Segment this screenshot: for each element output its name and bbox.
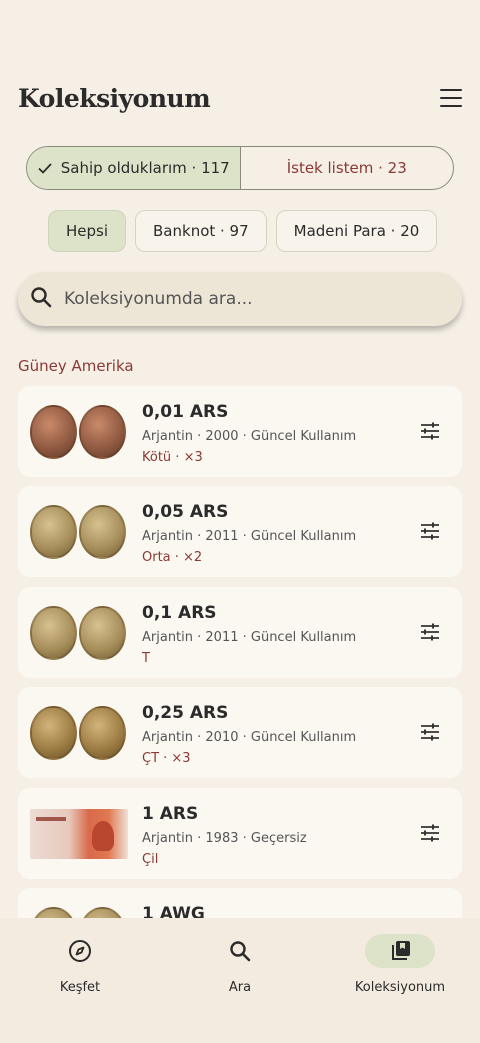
search-input[interactable] bbox=[64, 289, 424, 309]
item-condition: Kötü · ×3 bbox=[142, 450, 203, 465]
item-thumbnail bbox=[30, 604, 128, 662]
nav-explore-label: Keşfet bbox=[59, 980, 101, 995]
menu-icon[interactable] bbox=[440, 89, 462, 107]
item-name: 0,01 ARS bbox=[142, 402, 229, 422]
item-meta: Arjantin · 2010 · Güncel Kullanım bbox=[142, 730, 357, 746]
nav-search-label: Ara bbox=[228, 980, 252, 995]
item-meta: Arjantin · 2000 · Güncel Kullanım bbox=[142, 429, 357, 444]
item-thumbnail bbox=[30, 503, 128, 561]
search-icon bbox=[30, 286, 64, 312]
list-item[interactable]: 1 AWG bbox=[18, 887, 462, 918]
list-item[interactable]: 0,01 ARS Arjantin · 2000 · Güncel Kullan… bbox=[18, 386, 462, 477]
bottom-nav: Keşfet Ara Koleksiyonum bbox=[0, 918, 480, 1043]
item-thumbnail bbox=[30, 704, 128, 762]
check-icon bbox=[37, 160, 53, 176]
nav-search[interactable]: Ara bbox=[160, 918, 320, 1043]
item-name: 1 AWG bbox=[142, 903, 205, 918]
compass-icon bbox=[45, 934, 115, 968]
list-item[interactable]: 1 ARS Arjantin · 1983 · Geçersiz Çil bbox=[18, 787, 462, 879]
item-meta: Arjantin · 1983 · Geçersiz bbox=[142, 830, 307, 846]
item-name: 1 ARS bbox=[142, 803, 199, 824]
tab-wishlist[interactable]: İstek listem · 23 bbox=[241, 147, 454, 189]
tune-icon[interactable] bbox=[420, 623, 440, 645]
filter-all[interactable]: Hepsi bbox=[48, 210, 127, 252]
collection-list: 0,01 ARS Arjantin · 2000 · Güncel Kullan… bbox=[18, 386, 462, 918]
tune-icon[interactable] bbox=[420, 522, 440, 544]
section-title: Güney Amerika bbox=[18, 357, 134, 375]
item-name: 0,05 ARS bbox=[142, 502, 229, 523]
item-thumbnail bbox=[30, 905, 128, 918]
filter-banknote[interactable]: Banknot · 97 bbox=[135, 210, 267, 252]
item-condition: Çil bbox=[142, 851, 159, 867]
tune-icon[interactable] bbox=[420, 824, 440, 846]
list-item[interactable]: 0,25 ARS Arjantin · 2010 · Güncel Kullan… bbox=[18, 687, 462, 779]
item-condition: Orta · ×2 bbox=[142, 550, 203, 566]
search-bar bbox=[18, 272, 462, 326]
filter-chips: Hepsi Banknot · 97 Madeni Para · 20 bbox=[48, 210, 438, 252]
item-condition: ÇT · ×3 bbox=[142, 751, 191, 767]
app-header: Koleksiyonum bbox=[18, 80, 462, 116]
nav-collection[interactable]: Koleksiyonum bbox=[320, 918, 480, 1043]
library-icon bbox=[365, 934, 435, 968]
item-thumbnail bbox=[30, 805, 128, 863]
item-name: 0,1 ARS bbox=[142, 602, 217, 623]
list-item[interactable]: 0,05 ARS Arjantin · 2011 · Güncel Kullan… bbox=[18, 486, 462, 578]
tune-icon[interactable] bbox=[420, 422, 440, 444]
filter-coin[interactable]: Madeni Para · 20 bbox=[275, 210, 438, 252]
tab-owned[interactable]: Sahip olduklarım · 117 bbox=[27, 147, 241, 189]
tab-wishlist-label: İstek listem · 23 bbox=[286, 159, 407, 177]
tune-icon[interactable] bbox=[420, 723, 440, 745]
nav-collection-label: Koleksiyonum bbox=[354, 980, 446, 995]
nav-explore[interactable]: Keşfet bbox=[0, 918, 160, 1043]
ownership-toggle: Sahip olduklarım · 117 İstek listem · 23 bbox=[26, 146, 454, 190]
page-title: Koleksiyonum bbox=[18, 83, 211, 113]
list-item[interactable]: 0,1 ARS Arjantin · 2011 · Güncel Kullanı… bbox=[18, 586, 462, 678]
search-icon bbox=[205, 934, 275, 968]
tab-owned-label: Sahip olduklarım · 117 bbox=[60, 159, 230, 177]
item-thumbnail bbox=[30, 403, 128, 461]
item-name: 0,25 ARS bbox=[142, 703, 229, 724]
item-meta: Arjantin · 2011 · Güncel Kullanım bbox=[142, 629, 357, 645]
item-condition: T bbox=[142, 650, 150, 666]
item-meta: Arjantin · 2011 · Güncel Kullanım bbox=[142, 529, 357, 545]
